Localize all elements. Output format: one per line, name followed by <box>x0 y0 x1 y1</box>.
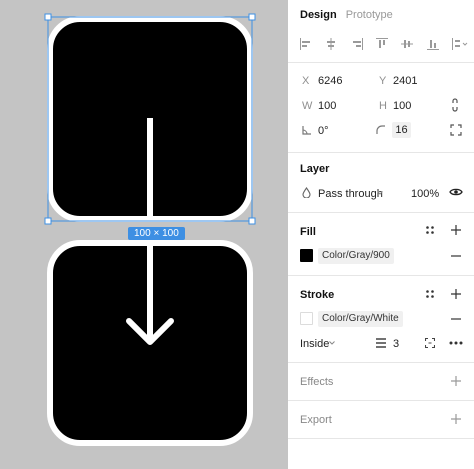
stroke-position-select[interactable]: Inside <box>300 338 329 350</box>
stroke-style-grid-icon[interactable] <box>426 290 434 298</box>
panel-tabs: Design Prototype <box>300 9 393 21</box>
tab-design[interactable]: Design <box>300 9 337 21</box>
y-input[interactable]: 2401 <box>393 75 417 87</box>
fill-color-swatch[interactable] <box>300 249 313 262</box>
rotation-icon <box>302 126 311 135</box>
remove-stroke-minus-icon[interactable] <box>451 318 461 320</box>
x-input[interactable]: 6246 <box>318 75 342 87</box>
rotation-input[interactable]: 0° <box>318 125 329 137</box>
tab-prototype[interactable]: Prototype <box>346 9 393 21</box>
stroke-section-title: Stroke <box>300 289 335 301</box>
divider <box>288 400 474 401</box>
chevron-down-icon[interactable] <box>329 341 335 345</box>
eye-icon[interactable] <box>449 187 463 197</box>
x-label: X <box>302 75 310 87</box>
h-label: H <box>379 100 387 112</box>
selected-frame[interactable] <box>47 16 253 222</box>
stroke-sides-icon[interactable] <box>425 338 435 348</box>
divider <box>288 212 474 213</box>
corner-radius-input[interactable]: 16 <box>392 122 411 138</box>
export-section-title: Export <box>300 414 332 426</box>
align-top-icon[interactable] <box>375 38 388 50</box>
stroke-style-name[interactable]: Color/Gray/White <box>318 311 403 327</box>
arrow-down-frame[interactable] <box>47 240 253 446</box>
fill-style-name[interactable]: Color/Gray/900 <box>318 248 394 264</box>
distribute-chevron-icon[interactable] <box>451 38 468 50</box>
align-left-icon[interactable] <box>300 38 312 50</box>
divider <box>288 438 474 439</box>
add-fill-plus-icon[interactable] <box>451 225 461 235</box>
resize-handle-bottom-right[interactable] <box>248 217 256 225</box>
more-options-icon[interactable] <box>449 341 463 345</box>
layer-opacity-input[interactable]: 100% <box>411 188 439 200</box>
stroke-color-swatch[interactable] <box>300 312 313 325</box>
align-right-icon[interactable] <box>351 38 363 50</box>
blend-mode-select[interactable]: Pass through <box>318 188 383 200</box>
size-badge: 100 × 100 <box>128 227 185 240</box>
divider <box>288 275 474 276</box>
stroke-weight-icon <box>376 338 386 348</box>
y-label: Y <box>379 75 387 87</box>
blend-mode-drop-icon <box>302 187 311 198</box>
fill-style-grid-icon[interactable] <box>426 226 434 234</box>
align-vertical-center-icon[interactable] <box>401 38 414 50</box>
effects-section-title: Effects <box>300 376 334 388</box>
resize-handle-top-right[interactable] <box>248 13 256 21</box>
resize-handle-bottom-left[interactable] <box>44 217 52 225</box>
constrain-proportions-icon[interactable] <box>451 98 459 112</box>
layer-section-title: Layer <box>300 163 330 175</box>
add-stroke-plus-icon[interactable] <box>451 289 461 299</box>
add-effect-plus-icon[interactable] <box>451 376 461 386</box>
divider <box>288 362 474 363</box>
divider <box>288 152 474 153</box>
remove-fill-minus-icon[interactable] <box>451 255 461 257</box>
align-bottom-icon[interactable] <box>426 38 439 50</box>
corner-radius-icon <box>376 125 385 134</box>
stroke-weight-input[interactable]: 3 <box>393 338 399 350</box>
alignment-toolbar <box>300 36 468 52</box>
fill-section-title: Fill <box>300 226 316 238</box>
w-label: W <box>302 100 313 112</box>
canvas[interactable]: 100 × 100 <box>0 0 288 469</box>
resize-handle-top-left[interactable] <box>44 13 52 21</box>
properties-panel: Design Prototype X 6246 Y 2401 W 100 H 1… <box>288 0 474 469</box>
independent-corners-icon[interactable] <box>450 124 462 136</box>
add-export-plus-icon[interactable] <box>451 414 461 424</box>
chevron-down-icon[interactable] <box>377 191 383 195</box>
h-input[interactable]: 100 <box>393 100 411 112</box>
align-horizontal-center-icon[interactable] <box>325 38 337 50</box>
divider <box>288 62 474 63</box>
w-input[interactable]: 100 <box>318 100 336 112</box>
